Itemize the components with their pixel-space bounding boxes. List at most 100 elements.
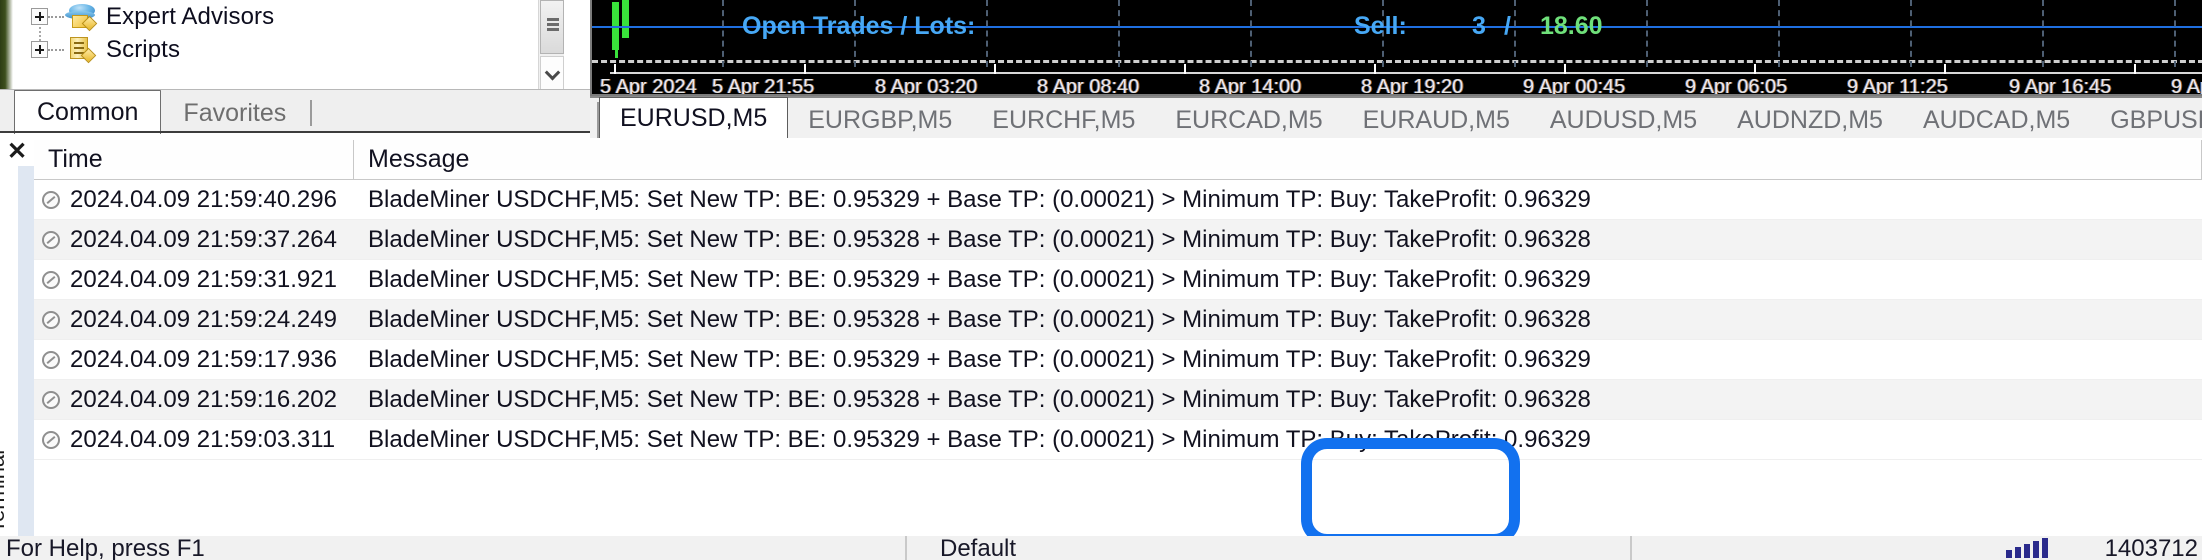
chart-canvas[interactable]: Open Trades / Lots: Sell: 3 / 18.60 5 Ap…	[592, 0, 2202, 94]
chart-tab-eurusd[interactable]: EURUSD,M5	[599, 97, 789, 138]
log-entry-icon	[42, 230, 60, 249]
axis-tick-label: 8 Apr 08:40	[1037, 76, 1140, 94]
time-axis-line	[610, 72, 2202, 74]
table-row[interactable]: 2024.04.09 21:59:31.921 BladeMiner USDCH…	[34, 260, 2202, 300]
chart-tab-label: EURAUD,M5	[1362, 105, 1510, 134]
connection-strength-icon	[2006, 538, 2070, 558]
row-time-text: 2024.04.09 21:59:03.311	[70, 425, 336, 453]
column-header-time[interactable]: Time	[34, 140, 354, 179]
tree-connector	[48, 15, 64, 18]
chart-tab-gbpusd[interactable]: GBPUSD,M5	[2090, 102, 2202, 138]
log-entry-icon	[42, 430, 60, 449]
chart-tab-label: AUDNZD,M5	[1737, 105, 1883, 134]
row-message-cell: BladeMiner USDCHF,M5: Set New TP: BE: 0.…	[368, 185, 1591, 213]
table-row[interactable]: 2024.04.09 21:59:16.202 BladeMiner USDCH…	[34, 380, 2202, 420]
tree-item-label: Scripts	[106, 35, 181, 63]
tab-label: Favorites	[183, 99, 287, 127]
log-entry-icon	[42, 350, 60, 369]
tab-label: Common	[37, 98, 139, 126]
table-row[interactable]: 2024.04.09 21:59:24.249 BladeMiner USDCH…	[34, 300, 2202, 340]
table-row[interactable]: 2024.04.09 21:59:03.311 BladeMiner USDCH…	[34, 420, 2202, 460]
terminal-panel-label: Terminal	[0, 449, 9, 533]
axis-tick-label: 9 Apr 16:45	[2009, 76, 2112, 94]
chart-tab-label: AUDCAD,M5	[1922, 105, 2071, 134]
terminal-gutter: ✕ Terminal	[0, 138, 34, 560]
axis-tick-label: 8 Apr 03:20	[875, 76, 978, 94]
tabbar-underline	[0, 131, 590, 133]
chart-tab-label: EURCHF,M5	[992, 105, 1136, 134]
row-time-cell: 2024.04.09 21:59:16.202	[34, 386, 354, 414]
axis-tick-label: 5 Apr 21:55	[712, 76, 815, 94]
chevron-down-icon	[544, 64, 560, 81]
chart-value-sell-count: 3	[1472, 12, 1486, 40]
status-connection-value: 1403712	[2104, 535, 2198, 560]
chart-panel[interactable]: Open Trades / Lots: Sell: 3 / 18.60 5 Ap…	[590, 0, 2202, 96]
axis-tick-label: 9 Apr 00:45	[1523, 76, 1626, 94]
status-help-text: For Help, press F1	[6, 535, 205, 560]
row-time-text: 2024.04.09 21:59:24.249	[70, 305, 337, 333]
axis-tick-label: 9 Apr 06:05	[1685, 76, 1788, 94]
top-row: Expert Advisors Scripts Common Favorites…	[0, 0, 2202, 138]
tree-item-expert-advisors[interactable]: Expert Advisors	[18, 0, 538, 33]
chart-tab-eurchf[interactable]: EURCHF,M5	[972, 102, 1155, 138]
row-message-cell: BladeMiner USDCHF,M5: Set New TP: BE: 0.…	[368, 265, 1591, 293]
row-time-text: 2024.04.09 21:59:17.936	[70, 345, 337, 373]
expand-plus-icon[interactable]	[31, 41, 48, 58]
log-entry-icon	[42, 390, 60, 409]
row-time-cell: 2024.04.09 21:59:31.921	[34, 266, 354, 294]
table-row[interactable]: 2024.04.09 21:59:37.264 BladeMiner USDCH…	[34, 220, 2202, 260]
scripts-icon	[64, 36, 102, 64]
tree-item-scripts[interactable]: Scripts	[18, 27, 538, 66]
column-header-message[interactable]: Message	[354, 140, 2202, 179]
tree-item-label: Expert Advisors	[106, 2, 275, 30]
chart-label-sell: Sell:	[1354, 12, 1407, 40]
tab-common[interactable]: Common	[14, 90, 162, 134]
chart-tab-audcad[interactable]: AUDCAD,M5	[1903, 102, 2090, 138]
row-time-text: 2024.04.09 21:59:16.202	[70, 385, 337, 413]
candlestick-series	[612, 0, 636, 62]
chart-label-open-trades: Open Trades / Lots:	[742, 12, 976, 40]
navigator-panel: Expert Advisors Scripts Common Favorites	[0, 0, 590, 134]
chart-tab-label: AUDUSD,M5	[1549, 105, 1698, 134]
chart-tab-label: GBPUSD,M5	[2110, 105, 2202, 134]
chart-tab-label: EURCAD,M5	[1175, 105, 1323, 134]
chart-value-separator: /	[1504, 12, 1511, 40]
log-entry-icon	[42, 190, 60, 209]
chart-tabbar: EURUSD,M5 EURGBP,M5 EURCHF,M5 EURCAD,M5 …	[590, 96, 2202, 138]
chart-tab-audnzd[interactable]: AUDNZD,M5	[1717, 102, 1903, 138]
row-time-cell: 2024.04.09 21:59:37.264	[34, 226, 354, 254]
metatrader-window: Expert Advisors Scripts Common Favorites…	[0, 0, 2202, 560]
log-entry-icon	[42, 270, 60, 289]
chart-tab-eurcad[interactable]: EURCAD,M5	[1155, 102, 1342, 138]
axis-tick-label: 5 Apr 2024	[600, 76, 697, 94]
tab-favorites[interactable]: Favorites	[161, 93, 308, 134]
row-time-text: 2024.04.09 21:59:31.921	[70, 265, 337, 293]
row-message-cell: BladeMiner USDCHF,M5: Set New TP: BE: 0.…	[368, 385, 1591, 413]
status-profile: Default	[940, 535, 1017, 560]
status-bar: For Help, press F1 Default 1403712	[0, 535, 2202, 560]
navigator-tabbar: Common Favorites	[0, 89, 590, 134]
row-time-cell: 2024.04.09 21:59:17.936	[34, 346, 354, 374]
table-header: Time Message	[34, 140, 2202, 180]
grip-icon	[547, 18, 559, 31]
table-row[interactable]: 2024.04.09 21:59:40.296 BladeMiner USDCH…	[34, 180, 2202, 220]
table-row[interactable]: 2024.04.09 21:59:17.936 BladeMiner USDCH…	[34, 340, 2202, 380]
tree-connector	[48, 48, 64, 51]
close-icon[interactable]: ✕	[6, 140, 28, 164]
axis-tick-label: 9 Apr 22:05	[2171, 76, 2202, 94]
chart-tab-audusd[interactable]: AUDUSD,M5	[1530, 102, 1717, 138]
row-time-cell: 2024.04.09 21:59:24.249	[34, 306, 354, 334]
row-time-cell: 2024.04.09 21:59:40.296	[34, 186, 354, 214]
experts-log-table: Time Message 2024.04.09 21:59:40.296 Bla…	[34, 140, 2202, 540]
navigator-left-edge	[0, 0, 13, 100]
scrollbar-thumb[interactable]	[540, 0, 564, 54]
chart-tab-label: EURGBP,M5	[808, 105, 953, 134]
chart-tab-eurgbp[interactable]: EURGBP,M5	[788, 102, 972, 138]
navigator-tree: Expert Advisors Scripts	[18, 0, 538, 66]
terminal-panel: ✕ Terminal Time Message 2024.04.09 21:59…	[0, 138, 2202, 560]
chart-tab-euraud[interactable]: EURAUD,M5	[1343, 102, 1530, 138]
terminal-sidebar-strip	[18, 166, 34, 556]
navigator-scrollbar[interactable]	[538, 0, 564, 96]
axis-tick-label: 8 Apr 19:20	[1361, 76, 1464, 94]
expand-plus-icon[interactable]	[31, 8, 48, 25]
